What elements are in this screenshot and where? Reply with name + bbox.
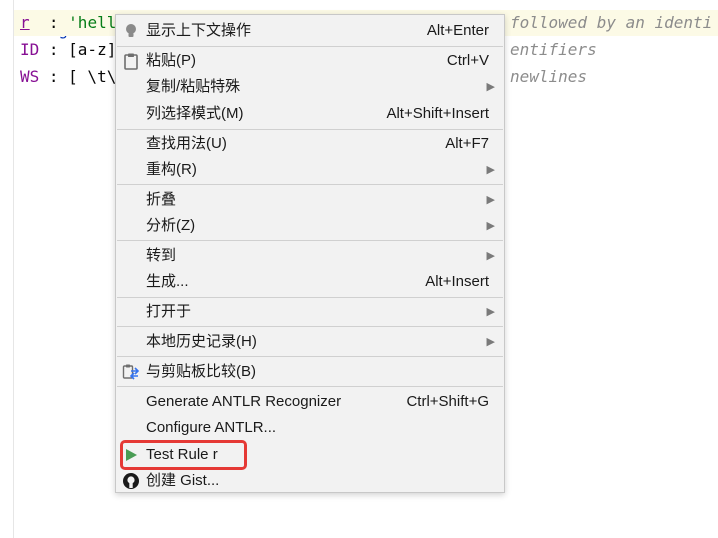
menu-separator	[117, 46, 503, 47]
menu-item-label: 列选择模式(M)	[146, 105, 244, 122]
github-icon	[123, 473, 139, 489]
menu-item-label: 本地历史记录(H)	[146, 333, 257, 350]
menu-item-refactor[interactable]: 重构(R) ▶	[116, 157, 504, 183]
menu-separator	[117, 240, 503, 241]
menu-separator	[117, 386, 503, 387]
menu-item-folding[interactable]: 折叠 ▶	[116, 187, 504, 213]
menu-item-shortcut: Alt+F7	[445, 135, 489, 152]
menu-separator	[117, 129, 503, 130]
menu-item-shortcut: Alt+Enter	[426, 22, 489, 39]
menu-item-show-context-actions[interactable]: 显示上下文操作 Alt+Enter	[116, 18, 504, 44]
menu-item-copy-paste-special[interactable]: 复制/粘贴特殊 ▶	[116, 74, 504, 100]
menu-item-shortcut: Alt+Shift+Insert	[386, 105, 489, 122]
menu-item-open-in[interactable]: 打开于 ▶	[116, 299, 504, 325]
menu-item-find-usages[interactable]: 查找用法(U) Alt+F7	[116, 131, 504, 157]
submenu-arrow-icon: ▶	[486, 250, 495, 262]
menu-item-label: Configure ANTLR...	[146, 419, 277, 436]
menu-item-label: 分析(Z)	[146, 217, 196, 234]
menu-item-label: 复制/粘贴特殊	[146, 78, 241, 95]
menu-item-generate-antlr-recognizer[interactable]: Generate ANTLR Recognizer Ctrl+Shift+G	[116, 389, 504, 415]
menu-item-shortcut: Alt+Insert	[425, 273, 489, 290]
submenu-arrow-icon: ▶	[486, 336, 495, 348]
menu-item-label: 转到	[146, 247, 177, 264]
menu-separator	[117, 297, 503, 298]
menu-item-label: 创建 Gist...	[146, 472, 220, 489]
menu-item-label: 查找用法(U)	[146, 135, 227, 152]
clipboard-icon	[124, 53, 138, 70]
menu-item-create-gist[interactable]: 创建 Gist...	[116, 468, 504, 494]
menu-item-paste[interactable]: 粘贴(P) Ctrl+V	[116, 48, 504, 74]
comment-line-r: followed by an identi	[510, 13, 713, 32]
comment-line-id: entifiers	[510, 40, 597, 59]
menu-separator	[117, 184, 503, 185]
menu-item-generate[interactable]: 生成... Alt+Insert	[116, 269, 504, 295]
submenu-arrow-icon: ▶	[486, 81, 495, 93]
menu-item-label: Generate ANTLR Recognizer	[146, 393, 342, 410]
rule-name-ws: WS	[20, 67, 40, 86]
menu-item-column-selection-mode[interactable]: 列选择模式(M) Alt+Shift+Insert	[116, 101, 504, 127]
code-line-id: ID : [a-z]	[20, 37, 116, 63]
menu-separator	[117, 356, 503, 357]
menu-item-goto[interactable]: 转到 ▶	[116, 243, 504, 269]
menu-item-configure-antlr[interactable]: Configure ANTLR...	[116, 415, 504, 441]
comment-line-ws: newlines	[510, 67, 588, 86]
submenu-arrow-icon: ▶	[486, 306, 495, 318]
rule-body-id: : [a-z]	[39, 40, 117, 59]
menu-item-label: 生成...	[146, 273, 189, 290]
menu-item-label: 重构(R)	[146, 161, 197, 178]
menu-item-local-history[interactable]: 本地历史记录(H) ▶	[116, 329, 504, 355]
menu-item-shortcut: Ctrl+V	[446, 52, 489, 69]
rule-colon: :	[29, 13, 69, 32]
code-line-ws: WS : [ \t\	[20, 64, 116, 90]
submenu-arrow-icon: ▶	[486, 164, 495, 176]
annotation-highlight-box	[120, 440, 247, 470]
compare-clipboard-icon	[122, 364, 140, 380]
context-menu: 显示上下文操作 Alt+Enter 粘贴(P) Ctrl+V 复制/粘贴特殊 ▶…	[115, 14, 505, 493]
menu-item-label: 打开于	[146, 303, 192, 320]
menu-item-label: 显示上下文操作	[146, 22, 252, 39]
menu-item-label: 粘贴(P)	[146, 52, 196, 69]
rule-name-id: ID	[20, 40, 40, 59]
menu-item-analyze[interactable]: 分析(Z) ▶	[116, 213, 504, 239]
submenu-arrow-icon: ▶	[486, 220, 495, 232]
rule-body-ws: : [ \t\	[39, 67, 117, 86]
rule-name-r[interactable]: r	[20, 13, 30, 32]
editor-gutter	[0, 0, 14, 538]
lightbulb-icon	[126, 24, 136, 37]
menu-item-compare-with-clipboard[interactable]: 与剪贴板比较(B)	[116, 359, 504, 385]
submenu-arrow-icon: ▶	[486, 194, 495, 206]
menu-item-label: 与剪贴板比较(B)	[146, 363, 256, 380]
rule-string: 'hell	[68, 13, 117, 32]
menu-item-shortcut: Ctrl+Shift+G	[406, 393, 489, 410]
menu-separator	[117, 326, 503, 327]
menu-item-label: 折叠	[146, 191, 177, 208]
